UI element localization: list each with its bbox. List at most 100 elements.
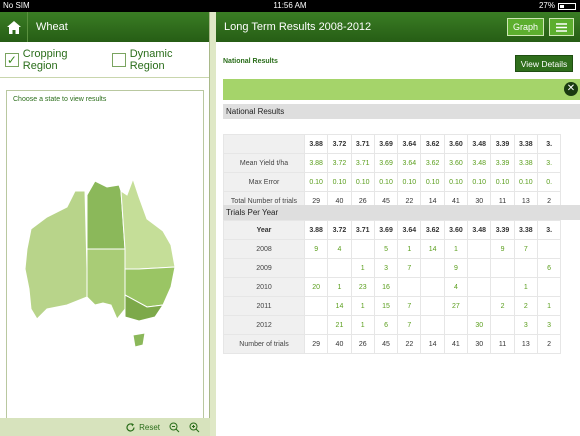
table-cell: 3.38 [513,134,538,154]
table-cell: 11 [490,334,515,354]
table-cell [420,296,445,316]
table-row: Number of trials 29 40 26 45 22 14 41 30 11 13 2 [223,334,562,354]
table-row: 2010 20 1 23 16 4 1 [223,277,562,297]
map-state-qld[interactable] [120,177,176,270]
refresh-icon [124,421,136,433]
table-cell: 14 [327,296,352,316]
row-label: 2009 [223,258,305,278]
table-cell: 3.72 [327,153,352,173]
table-cell [490,315,515,335]
table-cell: 3 [536,315,562,335]
table-cell: 5 [373,239,399,259]
cropping-region-checkbox[interactable]: ✓ Cropping Region [5,48,104,72]
table-cell [420,315,445,335]
table-cell: 3.72 [327,134,352,154]
table-cell: 3.64 [397,134,422,154]
table-cell [420,277,445,297]
trials-per-year-table: Year 3.88 3.72 3.71 3.69 3.64 3.62 3.60 3.48 3.39… [223,220,562,354]
battery-percent: 27% [538,1,555,10]
map-state-nt[interactable] [86,180,126,250]
menu-button[interactable] [549,18,574,36]
reset-button[interactable]: Reset [124,421,160,433]
zoom-in-icon[interactable] [188,421,200,433]
table-cell [350,239,375,259]
table-cell: 2 [490,296,515,316]
graph-button[interactable]: Graph [506,18,544,36]
view-details-button[interactable]: View Details [515,55,573,72]
map-state-sa[interactable] [86,248,126,320]
table-cell: 3. [536,134,562,154]
table-cell: 0.10 [327,172,352,192]
zoom-out-icon[interactable] [168,421,180,433]
table-cell: 21 [327,315,352,335]
row-label [223,134,305,154]
table-cell: 9 [490,239,515,259]
table-cell [420,258,445,278]
table-cell: 3.69 [373,134,399,154]
table-cell: 15 [373,296,399,316]
row-label: 2012 [223,315,305,335]
table-cell: 3.48 [467,220,492,240]
checkbox-checked-icon: ✓ [5,52,19,67]
table-cell: 29 [303,334,329,354]
table-cell: 14 [420,334,445,354]
table-cell: 0.10 [513,172,538,192]
table-cell [467,239,492,259]
table-cell: 2 [536,334,562,354]
table-cell [536,239,562,259]
national-results-table: 3.88 3.72 3.71 3.69 3.64 3.62 3.60 3.48 3.39 3.38… [223,134,562,211]
table-cell: 23 [350,277,375,297]
table-cell [467,296,492,316]
table-cell: 2 [513,296,538,316]
table-cell: 3.88 [303,134,329,154]
table-cell: 0.10 [490,172,515,192]
right-panel: Long Term Results 2008-2012 Graph Nation… [216,12,580,436]
table-cell: 3.71 [350,220,375,240]
table-cell: 3.69 [373,220,399,240]
table-cell [467,277,492,297]
cropping-region-label: Cropping Region [22,47,68,72]
table-cell: 3. [536,220,562,240]
home-button[interactable] [0,12,28,42]
table-cell: 30 [467,334,492,354]
table-cell: 3.69 [373,153,399,173]
map-state-tas[interactable] [132,332,146,348]
table-cell [536,277,562,297]
table-cell: 27 [443,296,469,316]
australia-map [24,177,176,348]
table-cell: 1 [350,296,375,316]
table-cell: 22 [397,334,422,354]
close-icon[interactable]: ✕ [564,82,578,96]
region-selector: ✓ Cropping Region Dynamic Region [0,42,209,78]
table-cell: 4 [327,239,352,259]
table-cell: 3.72 [327,220,352,240]
dynamic-region-checkbox[interactable]: Dynamic Region [111,48,209,72]
map-panel: Choose a state to view results [6,90,204,420]
table-cell [490,258,515,278]
map-state-wa[interactable] [24,190,88,320]
table-cell: 9 [443,258,469,278]
table-cell: 1 [350,258,375,278]
table-cell: 1 [327,277,352,297]
table-cell: 3.88 [303,153,329,173]
table-cell: 3.71 [350,134,375,154]
table-cell: 3.62 [420,220,445,240]
choose-state-prompt: Choose a state to view results [13,96,107,103]
table-cell: 3.48 [467,134,492,154]
battery-indicator: 27% [539,0,576,12]
table-cell [397,277,422,297]
table-cell: 3. [536,153,562,173]
details-bar: ✕ [223,79,580,100]
table-cell: 26 [350,334,375,354]
table-cell: 3.38 [513,153,538,173]
row-label: Number of trials [223,334,305,354]
table-row: 3.88 3.72 3.71 3.69 3.64 3.62 3.60 3.48 3.39 3.38… [223,134,562,154]
table-cell [443,315,469,335]
table-cell [303,315,329,335]
table-cell: 7 [513,239,538,259]
table-cell: 0.10 [467,172,492,192]
table-cell: 13 [513,334,538,354]
clock-label: 11:56 AM [273,1,307,10]
table-cell: 3.64 [397,220,422,240]
table-cell: 0.10 [397,172,422,192]
